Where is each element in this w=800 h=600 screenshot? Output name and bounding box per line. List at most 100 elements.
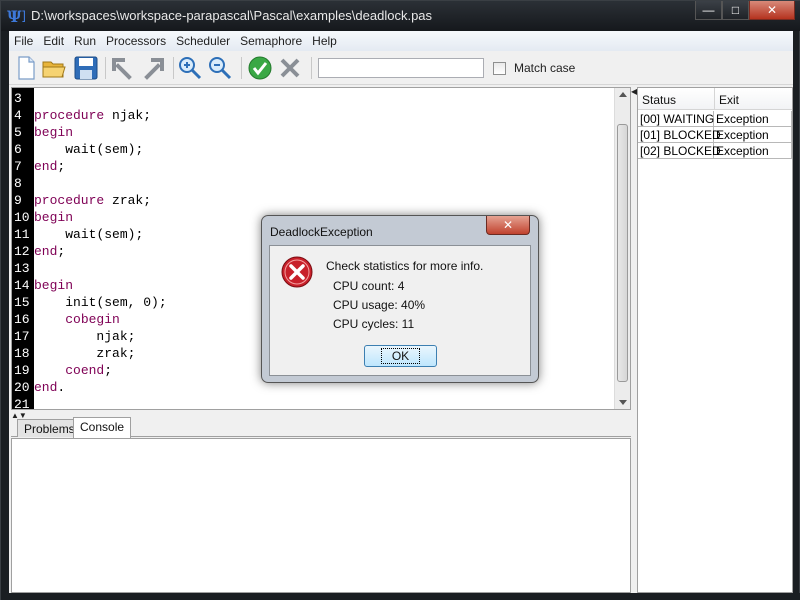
column-header-exit[interactable]: Exit — [714, 88, 792, 110]
minimize-icon: — — [702, 3, 715, 17]
minimize-button[interactable]: — — [695, 1, 722, 20]
dialog-title: DeadlockException — [270, 225, 373, 239]
toolbar-separator — [173, 57, 174, 79]
line-number: 14 — [14, 278, 30, 293]
cpu-usage-text: CPU usage: 40% — [333, 298, 426, 312]
close-button[interactable]: ✕ — [749, 1, 795, 20]
line-number: 5 — [14, 125, 22, 140]
line-number: 17 — [14, 329, 30, 344]
line-number: 6 — [14, 142, 22, 157]
line-number: 15 — [14, 295, 30, 310]
code-line[interactable]: zrak; — [34, 345, 135, 362]
line-number: 8 — [14, 176, 22, 191]
status-cell: [02] BLOCKED — [640, 143, 721, 159]
title-bar[interactable]: ΨP D:\workspaces\workspace-parapascal\Pa… — [1, 1, 800, 31]
line-number: 4 — [14, 108, 22, 123]
maximize-button[interactable]: □ — [722, 1, 749, 20]
status-cell: [01] BLOCKED — [640, 127, 721, 143]
scroll-thumb[interactable] — [617, 124, 628, 382]
match-case-checkbox[interactable] — [493, 62, 506, 75]
menu-scheduler[interactable]: Scheduler — [171, 31, 235, 51]
error-icon — [281, 256, 313, 288]
maximize-icon: □ — [731, 3, 740, 17]
code-line[interactable]: coend; — [34, 362, 112, 379]
line-number: 20 — [14, 380, 30, 395]
app-logo-icon: ΨP — [7, 7, 25, 25]
bottom-tabs: Problems Console — [11, 417, 631, 438]
dialog-close-button[interactable]: ✕ — [486, 216, 530, 235]
scroll-up-icon[interactable] — [619, 92, 627, 97]
new-file-icon[interactable] — [13, 55, 39, 81]
toolbar-separator — [241, 57, 242, 79]
editor-scrollbar[interactable] — [614, 88, 630, 409]
search-input[interactable] — [318, 58, 484, 78]
exit-cell: Exception — [714, 143, 792, 159]
code-line[interactable]: end; — [34, 158, 65, 175]
code-line[interactable]: end. — [34, 379, 65, 396]
window-controls: — □ ✕ — [695, 1, 795, 21]
menu-edit[interactable]: Edit — [38, 31, 69, 51]
table-row[interactable]: [01] BLOCKED Exception — [638, 127, 792, 143]
window-title: D:\workspaces\workspace-parapascal\Pasca… — [31, 8, 433, 23]
code-line[interactable]: end; — [34, 243, 65, 260]
toolbar-separator — [311, 57, 312, 79]
code-line[interactable]: cobegin — [34, 311, 120, 328]
cpu-cycles-text: CPU cycles: 11 — [333, 317, 415, 331]
ok-button-label: OK — [380, 348, 421, 364]
run-check-icon[interactable] — [247, 55, 273, 81]
close-icon: ✕ — [502, 218, 514, 232]
dialog-message: Check statistics for more info. — [326, 259, 484, 273]
code-line[interactable]: init(sem, 0); — [34, 294, 166, 311]
code-line[interactable]: procedure zrak; — [34, 192, 151, 209]
table-row[interactable]: [02] BLOCKED Exception — [638, 143, 792, 159]
status-cell: [00] WAITING — [640, 111, 715, 127]
menu-help[interactable]: Help — [307, 31, 342, 51]
code-line[interactable]: begin — [34, 124, 73, 141]
zoom-out-icon[interactable] — [207, 55, 233, 81]
process-table: Status Exit [00] WAITING Exception [01] … — [637, 87, 793, 593]
redo-icon[interactable] — [141, 55, 167, 81]
code-line[interactable]: begin — [34, 209, 73, 226]
svg-text:ΨP: ΨP — [7, 7, 25, 25]
menu-bar: File Edit Run Processors Scheduler Semap… — [9, 31, 793, 51]
line-number: 13 — [14, 261, 30, 276]
save-icon[interactable] — [73, 55, 99, 81]
tab-problems[interactable]: Problems — [17, 419, 82, 437]
menu-semaphore[interactable]: Semaphore — [235, 31, 307, 51]
code-line[interactable]: njak; — [34, 328, 135, 345]
menu-file[interactable]: File — [9, 31, 38, 51]
line-number: 10 — [14, 210, 30, 225]
ok-button[interactable]: OK — [364, 345, 437, 367]
line-number: 16 — [14, 312, 30, 327]
line-number: 11 — [14, 227, 30, 242]
scroll-down-icon[interactable] — [619, 400, 627, 405]
line-number-gutter: 3 4 5 6 7 8 9 10 11 12 13 14 15 16 17 18 19 20 21 — [12, 88, 34, 412]
code-line[interactable]: procedure njak; — [34, 107, 151, 124]
match-case-label: Match case — [514, 61, 576, 75]
cpu-count-text: CPU count: 4 — [333, 279, 405, 293]
dialog-body: Check statistics for more info. CPU coun… — [269, 245, 531, 376]
zoom-in-icon[interactable] — [177, 55, 203, 81]
line-number: 3 — [14, 91, 22, 106]
close-icon: ✕ — [766, 3, 778, 17]
line-number: 19 — [14, 363, 30, 378]
exit-cell: Exception — [714, 127, 792, 143]
menu-run[interactable]: Run — [69, 31, 101, 51]
toolbar: Match case — [9, 51, 793, 85]
open-folder-icon[interactable] — [41, 55, 67, 81]
code-line[interactable]: wait(sem); — [34, 141, 143, 158]
line-number: 12 — [14, 244, 30, 259]
undo-icon[interactable] — [109, 55, 135, 81]
code-line[interactable]: begin — [34, 277, 73, 294]
column-header-status[interactable]: Status — [638, 88, 714, 110]
line-number: 7 — [14, 159, 22, 174]
stop-x-icon[interactable] — [277, 55, 303, 81]
table-row[interactable]: [00] WAITING Exception — [638, 111, 792, 127]
console-panel[interactable] — [11, 438, 631, 593]
line-number: 9 — [14, 193, 22, 208]
tab-console[interactable]: Console — [73, 417, 132, 438]
code-line[interactable]: wait(sem); — [34, 226, 143, 243]
deadlock-exception-dialog: DeadlockException ✕ Check statistics for… — [261, 215, 539, 383]
menu-processors[interactable]: Processors — [101, 31, 171, 51]
exit-cell: Exception — [714, 111, 792, 127]
